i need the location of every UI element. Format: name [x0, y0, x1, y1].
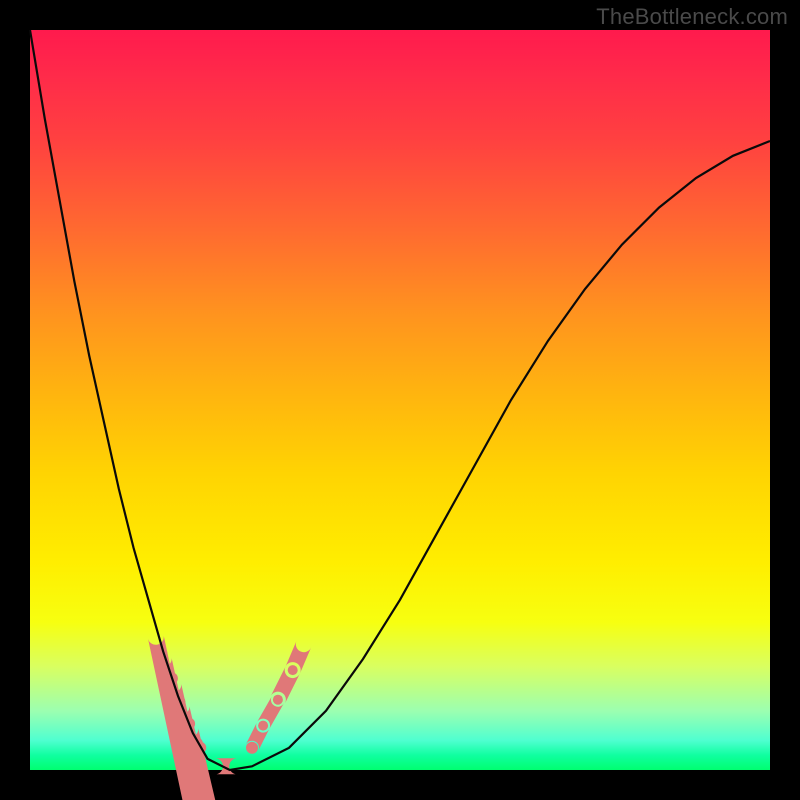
outer-frame: TheBottleneck.com: [0, 0, 800, 800]
plot-area: [30, 30, 770, 770]
blob-dot: [273, 695, 283, 705]
v-curve: [30, 30, 770, 770]
blob-segment: [215, 758, 237, 774]
blobs-layer: [148, 635, 311, 800]
blob-segment: [185, 728, 294, 800]
blob-dot: [288, 665, 298, 675]
chart-svg: [30, 30, 770, 770]
watermark-text: TheBottleneck.com: [596, 4, 788, 30]
blob-dot: [258, 721, 268, 731]
blob-dot: [246, 742, 258, 754]
